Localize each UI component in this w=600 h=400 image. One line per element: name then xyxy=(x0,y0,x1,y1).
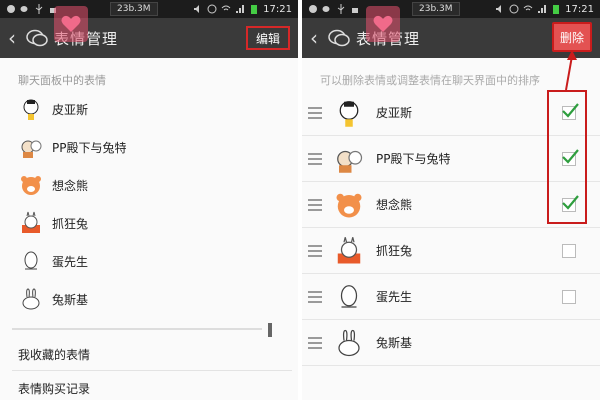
chat-notification-icon xyxy=(309,5,317,13)
alarm-icon xyxy=(207,4,217,14)
wifi-icon xyxy=(523,5,533,11)
list-item[interactable]: 抓狂兔 xyxy=(0,204,298,242)
hint-text: 可以删除表情或调整表情在聊天界面中的排序 xyxy=(320,74,540,87)
missing-bear-sticker-icon xyxy=(334,190,364,220)
list-item-label: PP殿下与兔特 xyxy=(376,152,451,166)
checkbox-unchecked[interactable] xyxy=(562,244,576,258)
pp-rabbit-sticker-icon xyxy=(334,144,364,174)
list-item[interactable]: 皮亚斯 xyxy=(302,90,600,136)
network-speed: 23b.3M xyxy=(110,2,158,16)
signal-icon xyxy=(236,5,245,13)
pi-ya-si-sticker-icon xyxy=(334,98,364,128)
list-item[interactable]: 兔斯基 xyxy=(0,280,298,318)
wechat-logo-icon xyxy=(328,29,350,47)
usb-icon xyxy=(337,4,345,14)
checkbox-unchecked[interactable] xyxy=(562,290,576,304)
drag-handle-icon[interactable] xyxy=(308,198,322,211)
heart-watermark-icon xyxy=(366,6,400,42)
drag-handle-icon[interactable] xyxy=(308,244,322,257)
crazy-rabbit-sticker-icon xyxy=(334,236,364,266)
list-item[interactable]: 蛋先生 xyxy=(0,242,298,280)
mr-egg-sticker-icon xyxy=(334,282,364,312)
checkmark-icon xyxy=(562,195,579,210)
title-bar: ‹ 表情管理 编辑 xyxy=(0,6,298,58)
list-item[interactable]: 想念熊 xyxy=(302,182,600,228)
right-screen: 23b.3M 17:21 ‹ 表情管理 删除 可以删除表情或调整表情在聊天界面中… xyxy=(302,0,600,400)
clock: 17:21 xyxy=(565,3,594,15)
back-arrow-icon[interactable]: ‹ xyxy=(8,26,22,50)
checkbox-checked[interactable] xyxy=(562,195,579,212)
lock-icon xyxy=(352,8,358,13)
section-label: 聊天面板中的表情 xyxy=(18,74,106,87)
drag-handle-icon[interactable] xyxy=(308,106,322,119)
checkmark-icon xyxy=(562,149,579,164)
divider xyxy=(12,328,262,330)
left-screen: 23b.3M 17:21 ‹ 表情管理 编辑 聊天面板中的表情 皮亚斯 xyxy=(0,0,300,400)
list-item[interactable]: 皮亚斯 xyxy=(0,90,298,128)
checkmark-icon xyxy=(562,103,579,118)
list-item-label: 皮亚斯 xyxy=(52,102,89,117)
list-item-label: 想念熊 xyxy=(376,198,413,212)
heart-watermark-icon xyxy=(54,6,88,42)
wifi-icon xyxy=(221,5,231,11)
wechat-status-icon xyxy=(20,6,28,12)
battery-icon xyxy=(553,5,560,14)
pi-ya-si-sticker-icon xyxy=(18,96,44,122)
list-item-label: 抓狂兔 xyxy=(376,244,413,258)
volume-icon xyxy=(194,5,200,13)
scroll-handle[interactable] xyxy=(268,323,272,337)
pp-rabbit-sticker-icon xyxy=(18,134,44,160)
checkbox-checked[interactable] xyxy=(562,103,579,120)
list-item-label: 兔斯基 xyxy=(52,292,89,307)
list-item-label: 想念熊 xyxy=(52,178,89,193)
checkbox-checked[interactable] xyxy=(562,149,579,166)
list-item-label: PP殿下与兔特 xyxy=(52,140,127,155)
missing-bear-sticker-icon xyxy=(18,172,44,198)
list-item-label: 兔斯基 xyxy=(376,336,413,350)
wechat-status-icon xyxy=(322,6,330,12)
back-arrow-icon[interactable]: ‹ xyxy=(310,26,324,50)
delete-button[interactable]: 删除 xyxy=(552,22,592,52)
list-item[interactable]: PP殿下与兔特 xyxy=(0,128,298,166)
network-speed: 23b.3M xyxy=(412,2,460,16)
list-item-label: 皮亚斯 xyxy=(376,106,413,120)
edit-button[interactable]: 编辑 xyxy=(246,26,290,50)
drag-handle-icon[interactable] xyxy=(308,290,322,303)
signal-icon xyxy=(538,5,547,13)
list-item[interactable]: 兔斯基 xyxy=(302,320,600,366)
clock: 17:21 xyxy=(263,3,292,15)
battery-icon xyxy=(251,5,258,14)
list-item[interactable]: 抓狂兔 xyxy=(302,228,600,274)
drag-handle-icon[interactable] xyxy=(308,152,322,165)
list-item-label: 蛋先生 xyxy=(52,254,89,269)
crazy-rabbit-sticker-icon xyxy=(18,210,44,236)
mr-egg-sticker-icon xyxy=(18,248,44,274)
menu-divider xyxy=(12,370,292,371)
chat-notification-icon xyxy=(7,5,15,13)
list-item-label: 蛋先生 xyxy=(376,290,413,304)
wechat-logo-icon xyxy=(26,29,48,47)
list-item[interactable]: PP殿下与兔特 xyxy=(302,136,600,182)
usb-icon xyxy=(35,4,43,14)
volume-icon xyxy=(496,5,502,13)
alarm-icon xyxy=(509,4,519,14)
purchase-history-link[interactable]: 表情购买记录 xyxy=(18,380,90,397)
tuzki-sticker-icon xyxy=(334,328,364,358)
list-item-label: 抓狂兔 xyxy=(52,216,89,231)
title-bar: ‹ 表情管理 删除 xyxy=(302,6,600,58)
list-item[interactable]: 想念熊 xyxy=(0,166,298,204)
favorites-link[interactable]: 我收藏的表情 xyxy=(18,346,90,363)
status-bar: 23b.3M 17:21 xyxy=(302,0,600,18)
status-bar: 23b.3M 17:21 xyxy=(0,0,298,18)
drag-handle-icon[interactable] xyxy=(308,336,322,349)
tuzki-sticker-icon xyxy=(18,286,44,312)
list-item[interactable]: 蛋先生 xyxy=(302,274,600,320)
